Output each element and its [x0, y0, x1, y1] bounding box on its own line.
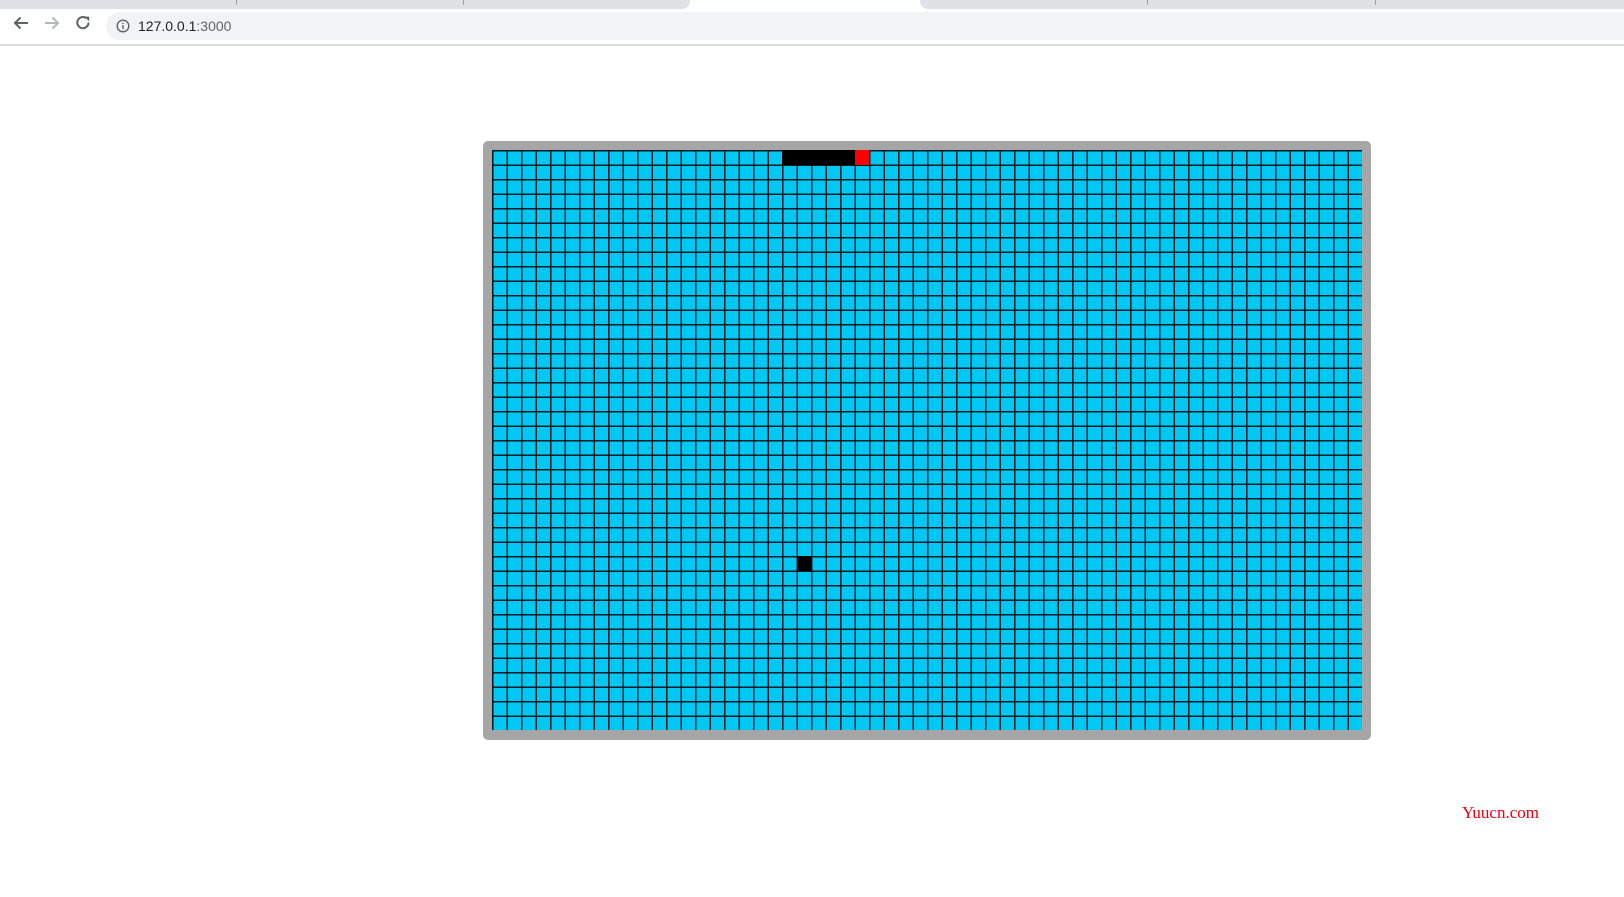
url-text[interactable]: 127.0.0.1:3000: [138, 18, 231, 34]
arrow-left-icon: [13, 16, 28, 30]
watermark: Yuucn.com: [1462, 803, 1539, 822]
url-host: 127.0.0.1: [138, 18, 197, 34]
tab-separator: [236, 0, 237, 5]
game-frame: [483, 141, 1371, 740]
snake-head: [854, 150, 869, 165]
back-button[interactable]: [10, 12, 32, 34]
tab-inactive-right[interactable]: [920, 0, 1624, 9]
snake-body-segment: [811, 150, 826, 165]
tab-separator: [463, 0, 464, 5]
url-port: :3000: [196, 18, 232, 34]
tab-separator: [1375, 0, 1376, 5]
browser-chrome: 127.0.0.1:3000: [0, 0, 1624, 46]
reload-button[interactable]: [72, 12, 94, 34]
forward-button[interactable]: [41, 12, 63, 34]
snake-body-segment: [796, 150, 811, 165]
info-icon[interactable]: [116, 19, 130, 33]
snake-body-segment: [825, 150, 840, 165]
tab-strip: [0, 0, 1624, 10]
arrow-right-icon: [45, 16, 60, 30]
snake-body-segment: [840, 150, 855, 165]
tab-inactive-left[interactable]: [0, 0, 690, 9]
snake-body-segment: [782, 150, 797, 165]
address-bar[interactable]: 127.0.0.1:3000: [106, 12, 1624, 40]
tab-separator: [1147, 0, 1148, 5]
food: [796, 556, 811, 571]
toolbar-divider: [0, 44, 1624, 46]
reload-icon: [76, 16, 90, 30]
game-board[interactable]: [492, 150, 1362, 730]
